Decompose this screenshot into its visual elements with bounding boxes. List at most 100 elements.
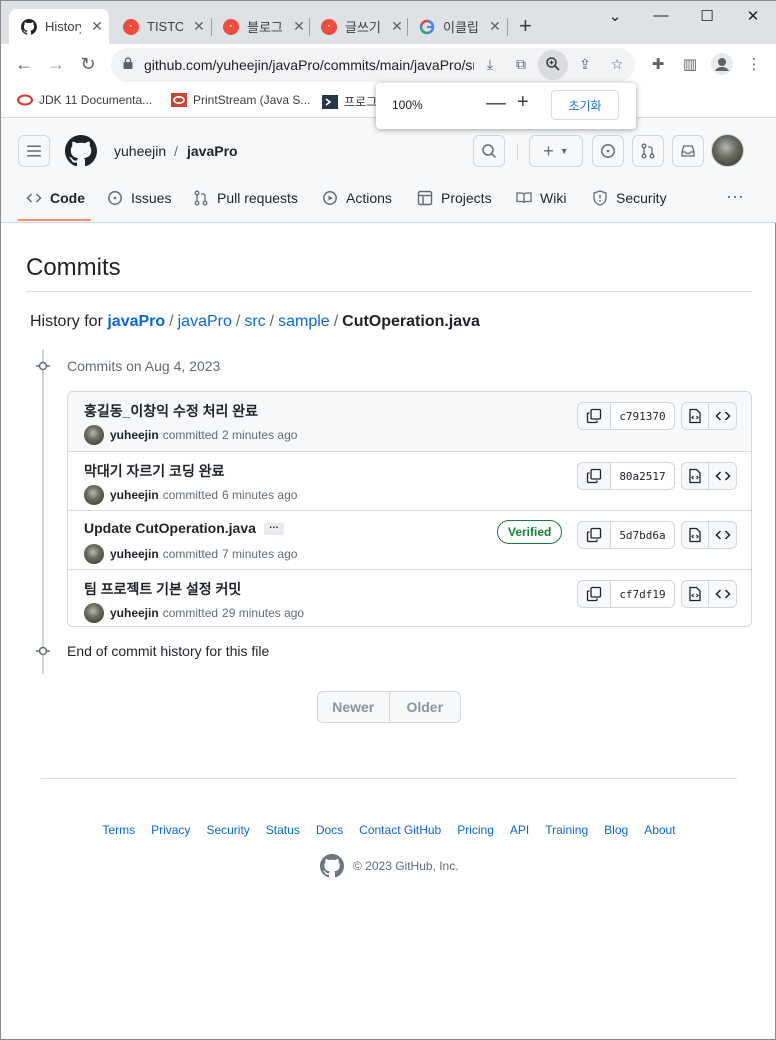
author-avatar[interactable] [84, 425, 104, 445]
path-link-sample[interactable]: sample [278, 313, 330, 330]
commit-sha-link[interactable]: cf7df19 [611, 581, 674, 607]
browse-repo-button[interactable] [709, 581, 736, 607]
tab-security[interactable]: Security [592, 190, 667, 206]
copy-sha-button[interactable] [578, 581, 611, 607]
path-link-src[interactable]: src [244, 313, 265, 330]
commit-sha-link[interactable]: 5d7bd6a [611, 522, 674, 548]
expand-description-button[interactable]: … [263, 521, 284, 536]
close-icon[interactable]: ✕ [89, 18, 105, 35]
view-file-button[interactable] [682, 581, 709, 607]
share-icon[interactable]: ⇪ [576, 56, 594, 74]
author-link[interactable]: yuheejin [110, 488, 159, 502]
close-icon[interactable]: ✕ [487, 18, 503, 35]
commit-message-link[interactable]: 팀 프로젝트 기본 설정 커밋 [84, 579, 241, 599]
path-link-repo[interactable]: javaPro [107, 313, 165, 330]
reload-icon[interactable]: ↻ [77, 54, 99, 75]
footer-link-training[interactable]: Training [545, 823, 588, 837]
browse-repo-button[interactable] [709, 522, 736, 548]
minimize-icon[interactable]: — [651, 7, 671, 24]
extensions-icon[interactable]: ✚ [648, 55, 668, 75]
install-icon[interactable]: ⤓ [481, 56, 499, 74]
browser-tab-history[interactable]: History ✕ [9, 9, 109, 44]
title-divider [26, 291, 752, 292]
close-icon[interactable]: ✕ [291, 18, 307, 35]
github-logo-icon[interactable] [320, 854, 344, 878]
user-avatar[interactable] [711, 134, 744, 167]
zoom-out-button[interactable]: — [486, 92, 506, 115]
tab-actions[interactable]: Actions [322, 190, 392, 206]
maximize-icon[interactable]: ☐ [697, 7, 717, 25]
create-new-button[interactable]: + ▼ [529, 135, 583, 167]
close-icon[interactable]: ✕ [191, 18, 207, 35]
footer-link-blog[interactable]: Blog [604, 823, 628, 837]
path-link-dir[interactable]: javaPro [178, 313, 232, 330]
footer-link-api[interactable]: API [510, 823, 529, 837]
author-avatar[interactable] [84, 603, 104, 623]
close-icon[interactable]: ✕ [389, 18, 405, 35]
repo-owner-link[interactable]: yuheejin [114, 143, 166, 159]
author-avatar[interactable] [84, 544, 104, 564]
side-panel-icon[interactable]: ▥ [680, 55, 700, 75]
author-avatar[interactable] [84, 485, 104, 505]
footer-link-privacy[interactable]: Privacy [151, 823, 190, 837]
hamburger-menu-button[interactable] [18, 135, 50, 167]
zoom-reset-button[interactable]: 초기화 [551, 90, 619, 120]
github-logo-icon[interactable] [65, 135, 97, 167]
view-file-button[interactable] [682, 403, 709, 429]
tab-code[interactable]: Code [26, 190, 85, 206]
browse-repo-button[interactable] [709, 463, 736, 489]
commit-message-link[interactable]: 막대기 자르기 코딩 완료 [84, 461, 224, 481]
author-link[interactable]: yuheejin [110, 606, 159, 620]
window-close-icon[interactable]: ✕ [743, 7, 763, 25]
footer-link-security[interactable]: Security [206, 823, 249, 837]
bookmark-printstream[interactable]: PrintStream (Java S... [171, 93, 310, 107]
address-bar[interactable]: github.com/yuheejin/javaPro/commits/main… [111, 48, 635, 82]
browser-tab-blog[interactable]: · 블로그 ✕ [211, 9, 309, 44]
tab-pull-requests[interactable]: Pull requests [193, 190, 298, 206]
profile-icon[interactable] [711, 53, 733, 75]
author-link[interactable]: yuheejin [110, 547, 159, 561]
repo-name-link[interactable]: javaPro [187, 143, 238, 159]
commit-message-link[interactable]: 홍길동_이창익 수정 처리 완료 [84, 401, 258, 421]
commit-sha-link[interactable]: c791370 [611, 403, 674, 429]
verified-badge[interactable]: Verified [497, 520, 563, 544]
footer-link-terms[interactable]: Terms [102, 823, 135, 837]
newer-button[interactable]: Newer [318, 692, 390, 722]
bookmark-jdk[interactable]: JDK 11 Documenta... [17, 93, 152, 107]
browser-tab-eclipse[interactable]: 이클립스 ✕ [407, 9, 507, 44]
older-button[interactable]: Older [390, 692, 461, 722]
copy-sha-button[interactable] [578, 522, 611, 548]
browser-tab-tistory[interactable]: · TISTORY ✕ [111, 9, 211, 44]
pull-requests-button[interactable] [632, 135, 664, 167]
commit-message-link[interactable]: Update CutOperation.java [84, 520, 256, 536]
issues-button[interactable] [592, 135, 624, 167]
footer-link-pricing[interactable]: Pricing [457, 823, 494, 837]
new-tab-button[interactable]: + [519, 15, 532, 37]
view-file-button[interactable] [682, 463, 709, 489]
author-link[interactable]: yuheejin [110, 428, 159, 442]
commit-sha-link[interactable]: 80a2517 [611, 463, 674, 489]
tab-projects[interactable]: Projects [417, 190, 492, 206]
browser-tab-write[interactable]: · 글쓰기 ✕ [309, 9, 407, 44]
bookmark-programmers[interactable]: 프로그 [322, 93, 377, 110]
footer-link-about[interactable]: About [644, 823, 675, 837]
back-icon[interactable]: ← [13, 54, 35, 75]
zoom-in-button[interactable]: + [517, 91, 529, 114]
translate-icon[interactable]: ⧉ [512, 56, 530, 74]
search-button[interactable] [473, 135, 505, 167]
menu-kebab-icon[interactable]: ⋮ [744, 55, 764, 75]
footer-link-status[interactable]: Status [266, 823, 300, 837]
more-tabs-icon[interactable]: ··· [726, 186, 744, 207]
tab-search-icon[interactable]: ⌄ [605, 7, 625, 25]
bookmark-star-icon[interactable]: ☆ [608, 56, 626, 74]
forward-icon[interactable]: → [45, 54, 67, 75]
view-file-button[interactable] [682, 522, 709, 548]
tab-wiki[interactable]: Wiki [516, 190, 566, 206]
inbox-button[interactable] [672, 135, 704, 167]
browse-repo-button[interactable] [709, 403, 736, 429]
footer-link-contact[interactable]: Contact GitHub [359, 823, 441, 837]
copy-sha-button[interactable] [578, 463, 611, 489]
copy-sha-button[interactable] [578, 403, 611, 429]
footer-link-docs[interactable]: Docs [316, 823, 343, 837]
tab-issues[interactable]: Issues [107, 190, 171, 206]
